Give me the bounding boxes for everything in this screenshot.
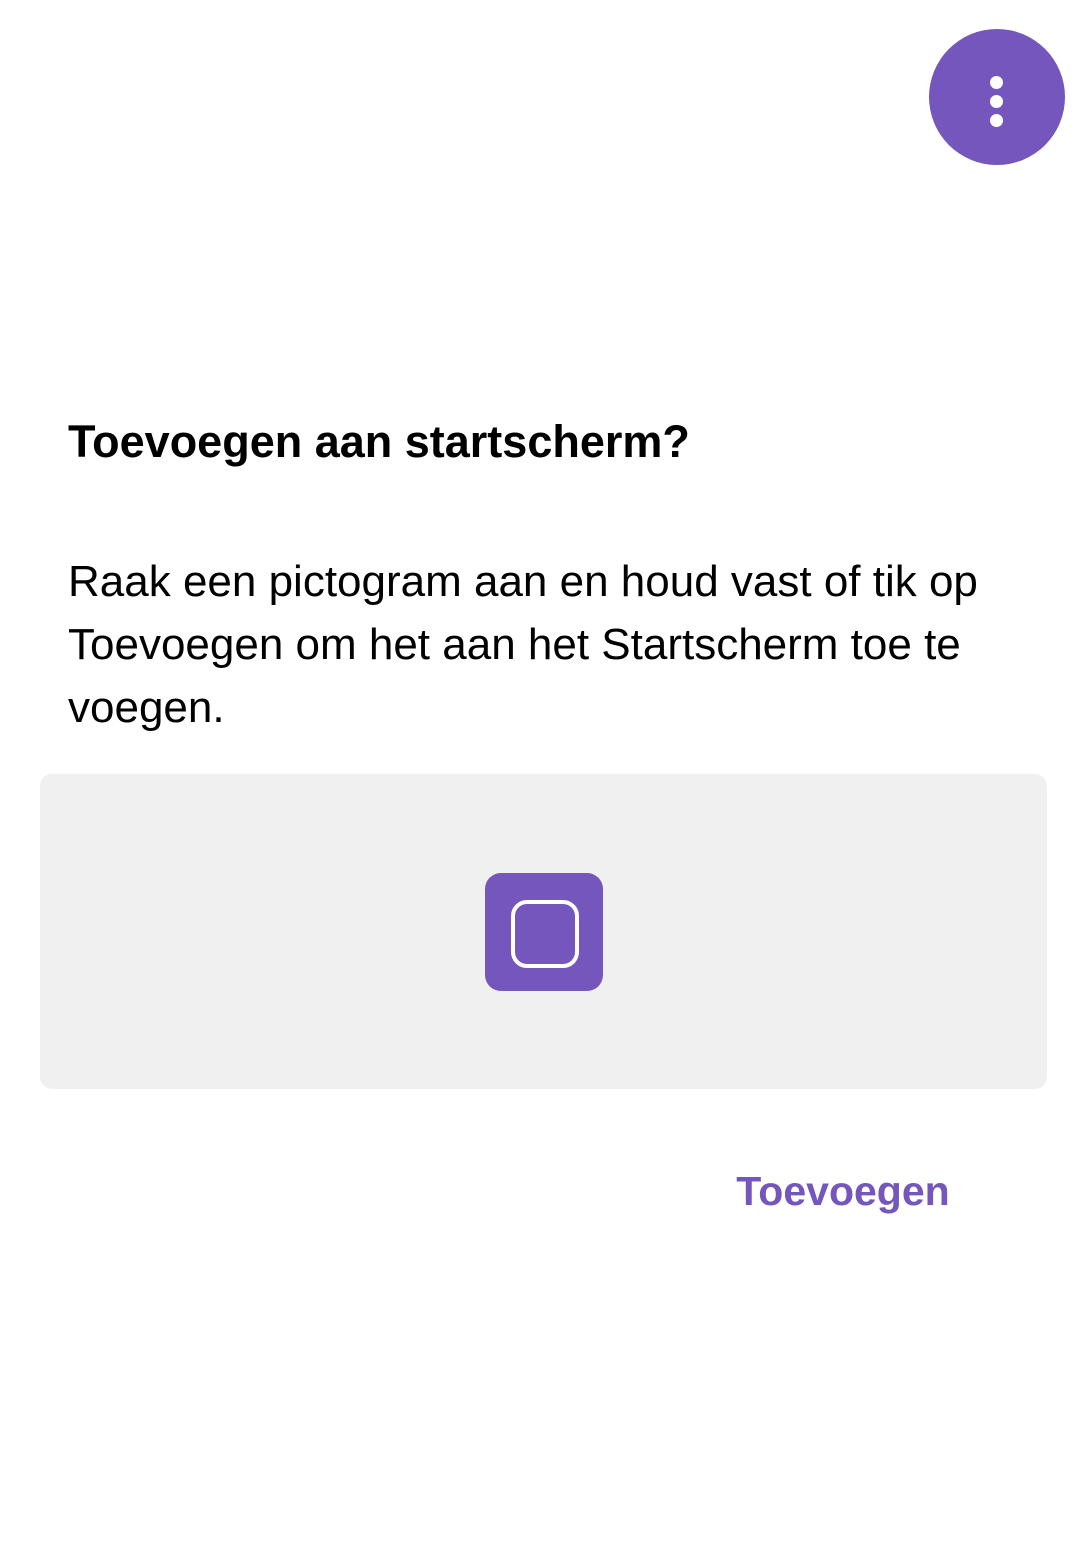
rounded-square-icon <box>511 900 579 968</box>
app-shortcut-icon[interactable] <box>485 873 603 991</box>
more-options-button[interactable] <box>929 29 1065 165</box>
dialog-title: Toevoegen aan startscherm? <box>68 416 690 467</box>
shortcut-preview-panel <box>40 774 1047 1089</box>
add-button[interactable]: Toevoegen <box>712 1155 974 1227</box>
dialog-message: Raak een pictogram aan en houd vast of t… <box>68 557 978 732</box>
